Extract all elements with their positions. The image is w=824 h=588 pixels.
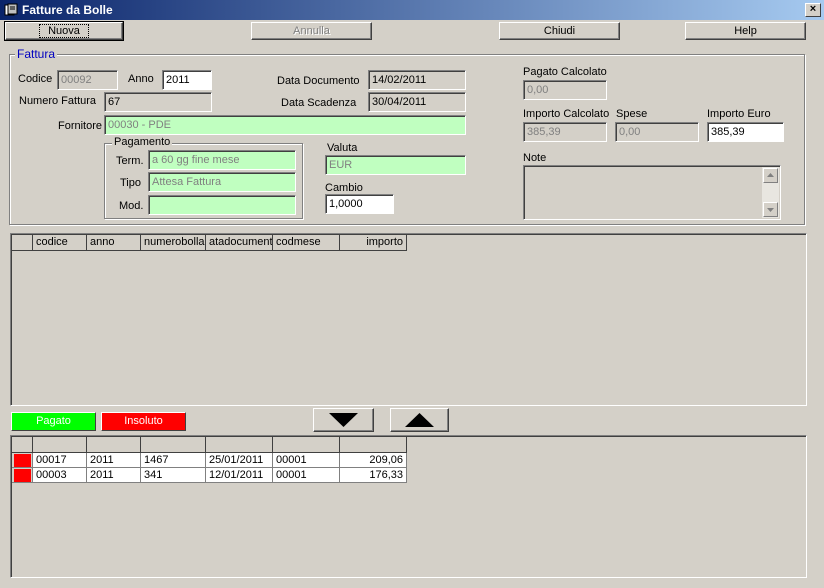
fatture-grid[interactable]: 00017 2011 1467 25/01/2011 00001 209,06 … [10,435,807,578]
numero-fattura-label: Numero Fattura [19,95,97,107]
table-cell[interactable]: 2011 [87,468,141,483]
note-textarea[interactable] [523,165,781,220]
table-cell[interactable]: 176,33 [340,468,407,483]
table-cell[interactable]: 25/01/2011 [206,453,273,468]
table-cell[interactable]: 209,06 [340,453,407,468]
nuova-label: Nuova [39,24,89,38]
column-header[interactable] [206,437,273,453]
mod-field[interactable] [148,195,296,215]
column-header[interactable]: anno [87,235,141,251]
column-header[interactable]: codice [33,235,87,251]
codice-field[interactable]: 00092 [57,70,118,90]
pagato-button[interactable]: Pagato [11,412,96,431]
tipo-field[interactable]: Attesa Fattura [148,172,296,192]
fornitore-field[interactable]: 00030 - PDE [104,115,466,135]
data-documento-label: Data Documento [277,75,360,87]
note-scrollbar[interactable] [762,167,779,218]
note-label: Note [523,152,547,164]
row-indicator-header [12,437,33,453]
table-cell[interactable]: 00001 [273,468,340,483]
column-header[interactable] [273,437,340,453]
mod-label: Mod. [119,200,144,212]
title-bar: Fatture da Bolle × [0,0,824,20]
term-label: Term. [116,155,144,167]
table-cell[interactable]: 341 [141,468,206,483]
anno-label: Anno [128,73,154,85]
triangle-down-icon [329,413,358,427]
bolle-grid[interactable]: codice anno numerobolla atadocument codm… [10,233,807,406]
anno-field[interactable]: 2011 [162,70,212,90]
column-header[interactable] [33,437,87,453]
column-header[interactable]: atadocument [206,235,273,251]
column-header[interactable] [87,437,141,453]
table-cell[interactable]: 2011 [87,453,141,468]
pagamento-group-label: Pagamento [112,136,173,148]
spese-label: Spese [616,108,648,120]
table-cell[interactable]: 00017 [33,453,87,468]
row-status-indicator [12,468,33,483]
scroll-down-icon [767,208,774,212]
fattura-group-label: Fattura [15,47,58,61]
data-documento-field[interactable]: 14/02/2011 [368,70,466,90]
nuova-button[interactable]: Nuova [4,21,124,41]
data-scadenza-field[interactable]: 30/04/2011 [368,92,466,112]
codice-label: Codice [18,73,53,85]
annulla-button[interactable]: Annulla [251,22,372,40]
close-button[interactable]: × [805,3,821,17]
row-status-indicator [12,453,33,468]
table-cell[interactable]: 00003 [33,468,87,483]
importo-calcolato-field[interactable]: 385,39 [523,122,607,142]
scroll-down-button[interactable] [763,202,778,217]
help-button[interactable]: Help [685,22,806,40]
numero-fattura-field[interactable]: 67 [104,92,212,112]
tipo-label: Tipo [120,177,141,189]
cambio-label: Cambio [325,182,363,194]
chiudi-label: Chiudi [543,25,576,37]
cambio-field[interactable]: 1,0000 [325,194,394,214]
fornitore-label: Fornitore [58,120,103,132]
move-down-button[interactable] [313,408,374,432]
help-label: Help [734,25,757,37]
data-scadenza-label: Data Scadenza [281,97,357,109]
column-header[interactable]: numerobolla [141,235,206,251]
pagato-calcolato-field[interactable]: 0,00 [523,80,607,100]
importo-calcolato-label: Importo Calcolato [523,108,610,120]
spese-field[interactable]: 0,00 [615,122,699,142]
insoluto-label: Insoluto [124,415,163,427]
scroll-up-button[interactable] [763,168,778,183]
insoluto-button[interactable]: Insoluto [101,412,186,431]
term-field[interactable]: a 60 gg fine mese [148,150,296,170]
column-header[interactable]: codmese [273,235,340,251]
chiudi-button[interactable]: Chiudi [499,22,620,40]
valuta-label: Valuta [327,142,358,154]
pagato-label: Pagato [36,415,71,427]
row-indicator-header [12,235,33,251]
column-header[interactable]: importo [340,235,407,251]
table-cell[interactable]: 12/01/2011 [206,468,273,483]
column-header[interactable] [141,437,206,453]
importo-euro-field[interactable]: 385,39 [707,122,784,142]
pagato-calcolato-label: Pagato Calcolato [523,66,607,78]
valuta-field[interactable]: EUR [325,155,466,175]
importo-euro-label: Importo Euro [707,108,771,120]
table-cell[interactable]: 1467 [141,453,206,468]
table-cell[interactable]: 00001 [273,453,340,468]
close-icon: × [809,3,817,15]
column-header[interactable] [340,437,407,453]
app-icon [4,3,18,16]
window-title: Fatture da Bolle [22,3,113,17]
triangle-up-icon [405,413,434,427]
move-up-button[interactable] [390,408,449,432]
annulla-label: Annulla [293,25,330,37]
scroll-up-icon [767,173,774,177]
